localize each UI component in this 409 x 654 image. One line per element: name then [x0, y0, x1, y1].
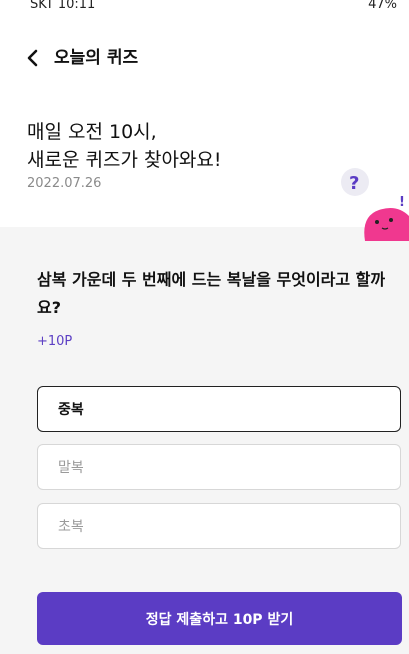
quiz-date: 2022.07.26: [27, 176, 102, 191]
quiz-mascot-icon: ? !: [341, 168, 409, 241]
battery-level: 47%: [368, 0, 397, 12]
chevron-left-icon: [27, 49, 38, 67]
answer-option-1[interactable]: 중복: [37, 386, 401, 432]
quiz-intro-section: 오늘의 퀴즈 매일 오전 10시, 새로운 퀴즈가 찾아와요! 2022.07.…: [0, 14, 409, 241]
back-button[interactable]: [22, 47, 44, 69]
status-time: SKT 10:11: [30, 0, 96, 12]
headline-line-1: 매일 오전 10시,: [27, 121, 157, 143]
points-reward: +10P: [37, 334, 73, 349]
headline-line-2: 새로운 퀴즈가 찾아와요!: [27, 149, 222, 171]
quiz-question: 삼복 가운데 두 번째에 드는 복날을 무엇이라고 할까요?: [37, 270, 386, 317]
svg-text:!: !: [399, 195, 405, 210]
answer-option-2[interactable]: 말복: [37, 444, 401, 490]
answer-option-3[interactable]: 초복: [37, 503, 401, 549]
svg-text:?: ?: [349, 173, 359, 194]
submit-answer-button[interactable]: 정답 제출하고 10P 받기: [37, 592, 402, 645]
quiz-headline: 매일 오전 10시, 새로운 퀴즈가 찾아와요!: [27, 118, 222, 174]
page-title: 오늘의 퀴즈: [54, 48, 139, 68]
status-bar: SKT 10:11 47%: [0, 0, 409, 14]
